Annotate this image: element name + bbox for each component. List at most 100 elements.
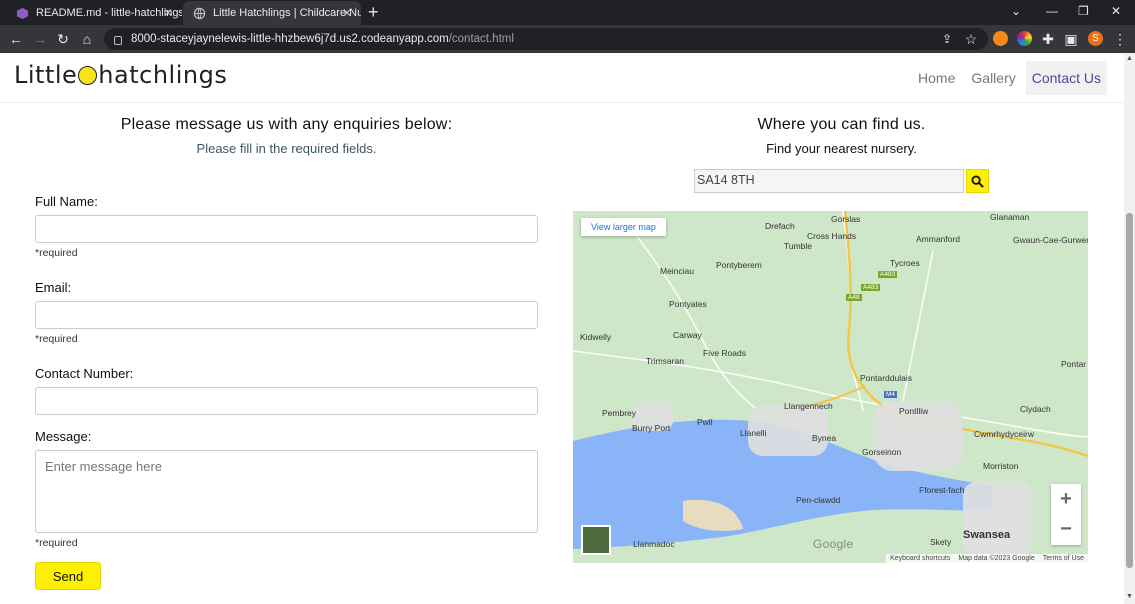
- page-viewport: Little hatchlings Home Gallery Contact U…: [0, 53, 1124, 604]
- map-label: Ammanford: [916, 234, 960, 244]
- map-label: Five Roads: [703, 348, 746, 358]
- codeanywhere-icon: [16, 7, 29, 19]
- map-terrain: [573, 211, 1088, 556]
- nav-gallery[interactable]: Gallery: [965, 61, 1021, 95]
- map-label: Pontlliw: [899, 406, 929, 416]
- map-label: Morriston: [983, 461, 1019, 471]
- required-note: *required: [35, 333, 78, 345]
- tab-title: Little Hatchlings | Childcare Nurs: [213, 7, 361, 19]
- close-tab-icon[interactable]: ✕: [163, 6, 173, 20]
- map-label: Carway: [673, 330, 702, 340]
- main-nav: Home Gallery Contact Us: [908, 61, 1107, 95]
- map-label: Burry Port: [632, 423, 671, 433]
- road-badge: A48: [846, 294, 862, 301]
- home-icon[interactable]: ⌂: [77, 29, 97, 49]
- zoom-in-icon[interactable]: +: [1051, 484, 1081, 514]
- terms-link[interactable]: Terms of Use: [1043, 555, 1084, 562]
- zoom-out-icon[interactable]: −: [1051, 514, 1081, 544]
- google-map[interactable]: document.currentScript.previousElementSi…: [573, 211, 1088, 563]
- postcode-search-input[interactable]: SA14 8TH: [694, 169, 964, 193]
- color-extension-icon[interactable]: [1017, 31, 1032, 46]
- scrollbar-thumb[interactable]: [1126, 213, 1133, 568]
- map-label: Cwmrhydyceirw: [974, 429, 1034, 439]
- extension-icon[interactable]: [993, 31, 1008, 46]
- reload-icon[interactable]: ↻: [53, 29, 73, 49]
- map-label: Cross Hands: [807, 231, 857, 241]
- scroll-down-icon[interactable]: ▼: [1126, 593, 1133, 600]
- map-label: Gwaun-Cae-Gurwen: [1013, 235, 1088, 245]
- url-text: 8000-staceyjaynelewis-little-hhzbew6j7d.…: [131, 33, 514, 45]
- nav-contact-us[interactable]: Contact Us: [1025, 61, 1107, 95]
- globe-icon: [193, 7, 206, 19]
- map-label: Pontyberem: [716, 260, 762, 270]
- tab-little-hatchlings[interactable]: Little Hatchlings | Childcare Nurs ✕: [183, 1, 361, 25]
- required-note: *required: [35, 537, 78, 549]
- site-header: Little hatchlings Home Gallery Contact U…: [0, 53, 1124, 103]
- map-label: Fforest-fach: [919, 485, 965, 495]
- browser-tab-bar: README.md - little-hatchlings - G ✕ Litt…: [0, 0, 1135, 25]
- forward-icon[interactable]: →: [30, 29, 50, 49]
- map-label: Swansea: [963, 529, 1011, 541]
- map-label: Llangennech: [784, 401, 833, 411]
- road-badge: A483: [878, 271, 898, 278]
- map-zoom-control: + −: [1051, 484, 1081, 545]
- new-tab-button[interactable]: +: [368, 2, 379, 22]
- bookmark-star-icon[interactable]: ☆: [961, 29, 981, 49]
- map-label: Skety: [930, 537, 952, 547]
- side-panel-icon[interactable]: ▣: [1061, 29, 1081, 49]
- tab-search-icon[interactable]: ⌄: [1011, 4, 1021, 18]
- close-window-icon[interactable]: ✕: [1111, 4, 1121, 18]
- restore-icon[interactable]: ❐: [1078, 4, 1089, 18]
- email-label: Email:: [35, 280, 72, 295]
- send-button[interactable]: Send: [35, 562, 101, 590]
- map-label: Kidwelly: [580, 332, 612, 342]
- map-label: Meinciau: [660, 266, 695, 276]
- logo-text-left: Little: [14, 61, 78, 89]
- page-scrollbar[interactable]: ▲ ▼: [1124, 53, 1135, 604]
- map-label: Pontar: [1061, 359, 1087, 369]
- email-field[interactable]: [35, 301, 538, 329]
- puzzle-extensions-icon[interactable]: ✚: [1038, 29, 1058, 49]
- close-tab-icon[interactable]: ✕: [342, 6, 352, 20]
- map-label: Trimsaran: [646, 356, 684, 366]
- search-button[interactable]: [966, 169, 989, 193]
- map-label: Pontyates: [669, 299, 707, 309]
- google-logo: Google: [813, 537, 854, 551]
- keyboard-shortcuts-link[interactable]: Keyboard shortcuts: [890, 555, 950, 562]
- contact-number-field[interactable]: [35, 387, 538, 415]
- satellite-toggle[interactable]: [581, 525, 611, 555]
- map-label: Clydach: [1020, 404, 1051, 414]
- share-icon[interactable]: ⇪: [937, 29, 957, 49]
- map-attribution: Keyboard shortcuts Map data ©2023 Google…: [886, 554, 1088, 563]
- message-textarea[interactable]: Enter message here: [35, 450, 538, 533]
- finder-subheading: Find your nearest nursery.: [766, 141, 917, 156]
- full-name-field[interactable]: [35, 215, 538, 243]
- map-label: Gorslas: [831, 214, 861, 224]
- tab-readme[interactable]: README.md - little-hatchlings - G ✕: [6, 1, 182, 25]
- map-label: Tycroes: [890, 258, 920, 268]
- map-label: Llanmadoc: [633, 539, 675, 549]
- menu-kebab-icon[interactable]: ⋮: [1110, 29, 1130, 49]
- address-bar: ← → ↻ ⌂ 8000-staceyjaynelewis-little-hhz…: [0, 25, 1135, 53]
- map-data-text: Map data ©2023 Google: [958, 555, 1035, 562]
- lock-icon: [114, 35, 122, 45]
- nav-home[interactable]: Home: [912, 61, 961, 95]
- full-name-label: Full Name:: [35, 194, 98, 209]
- map-label: Glanaman: [990, 212, 1030, 222]
- url-field[interactable]: 8000-staceyjaynelewis-little-hhzbew6j7d.…: [104, 28, 988, 50]
- back-icon[interactable]: ←: [6, 29, 26, 49]
- form-subheading: Please fill in the required fields.: [196, 141, 377, 156]
- view-larger-map-link[interactable]: View larger map: [581, 218, 666, 236]
- form-heading: Please message us with any enquiries bel…: [120, 116, 453, 133]
- profile-avatar[interactable]: S: [1088, 31, 1103, 46]
- chick-icon: [78, 65, 98, 85]
- required-note: *required: [35, 247, 78, 259]
- scroll-up-icon[interactable]: ▲: [1126, 55, 1133, 62]
- minimize-icon[interactable]: —: [1046, 4, 1058, 18]
- message-label: Message:: [35, 429, 92, 444]
- search-icon: [971, 174, 984, 188]
- site-logo[interactable]: Little hatchlings: [14, 61, 227, 89]
- road-badge: M4: [884, 391, 898, 398]
- map-label: Pembrey: [602, 408, 637, 418]
- road-badge: A483: [861, 284, 881, 291]
